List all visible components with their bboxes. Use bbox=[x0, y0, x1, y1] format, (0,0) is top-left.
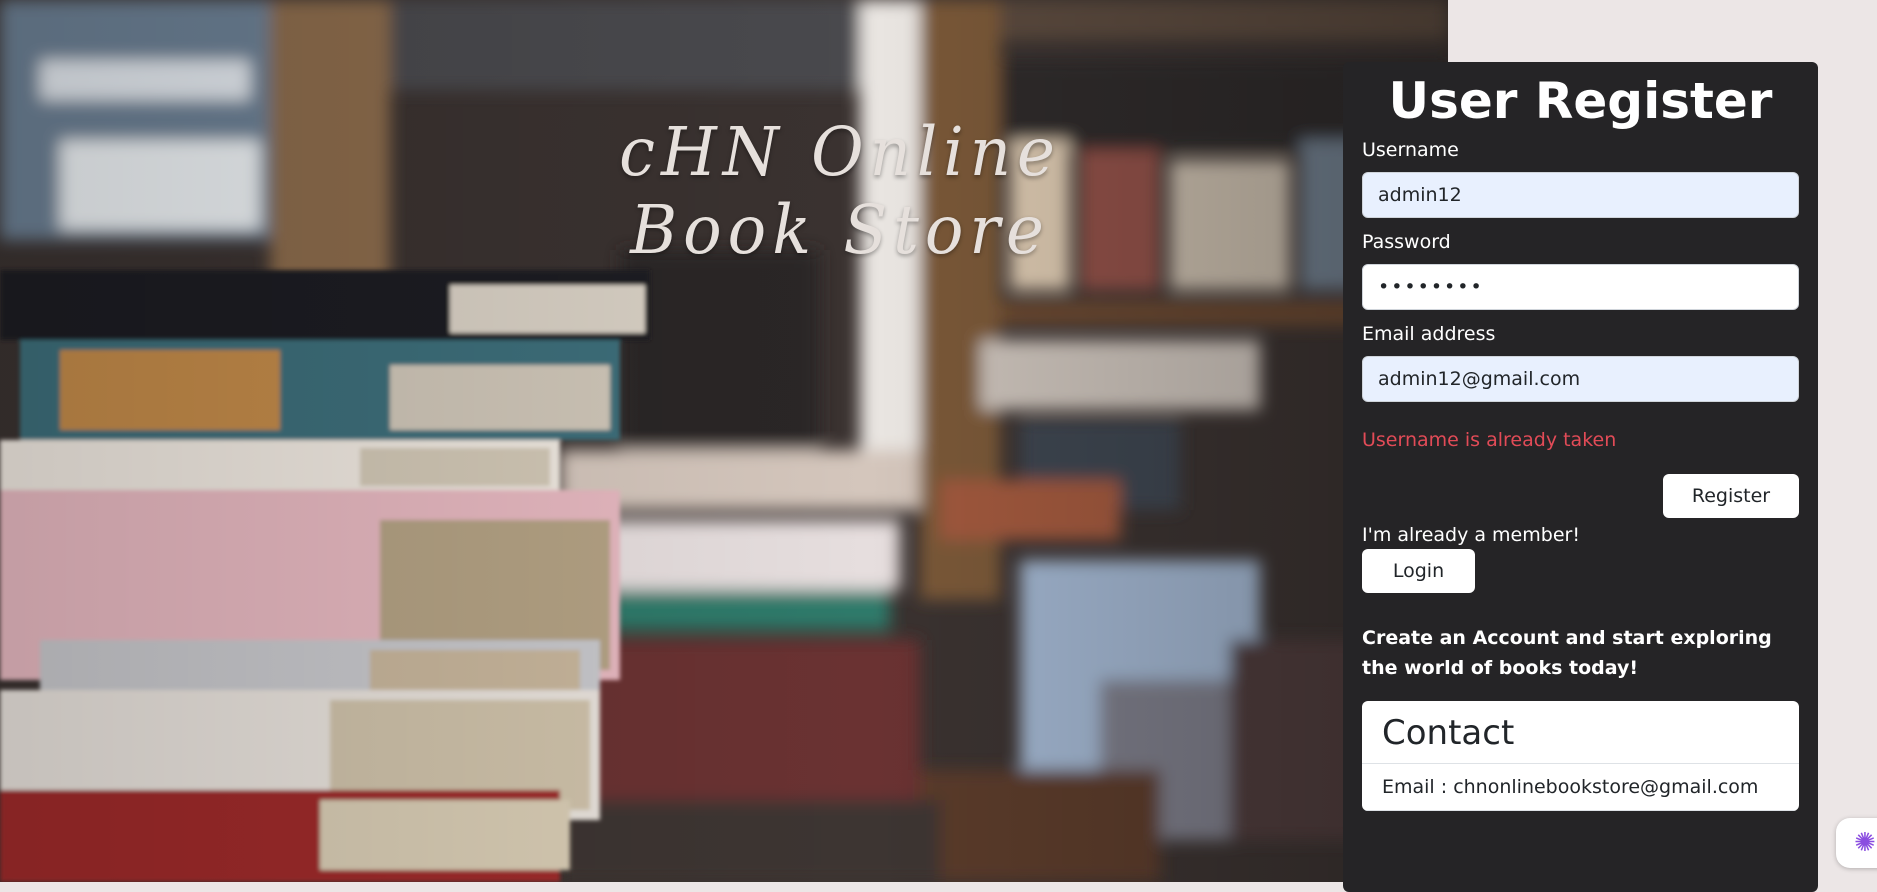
email-input[interactable] bbox=[1362, 356, 1799, 402]
username-input[interactable] bbox=[1362, 172, 1799, 218]
contact-title: Contact bbox=[1362, 701, 1799, 764]
register-panel: User Register Username Password Email ad… bbox=[1343, 62, 1818, 892]
register-button[interactable]: Register bbox=[1663, 474, 1799, 518]
tagline: Create an Account and start exploring th… bbox=[1362, 627, 1772, 679]
hero-background: cHN Online Book Store bbox=[0, 0, 1448, 882]
password-input[interactable] bbox=[1362, 264, 1799, 310]
username-error-message: Username is already taken bbox=[1362, 429, 1617, 451]
contact-email: Email : chnonlinebookstore@gmail.com bbox=[1362, 764, 1799, 811]
contact-card: Contact Email : chnonlinebookstore@gmail… bbox=[1362, 701, 1799, 811]
register-row: Register bbox=[1362, 474, 1799, 518]
login-button[interactable]: Login bbox=[1362, 549, 1475, 593]
assistant-button[interactable]: ✺ bbox=[1836, 818, 1877, 868]
register-heading: User Register bbox=[1388, 72, 1773, 130]
password-label: Password bbox=[1362, 231, 1451, 253]
brain-icon: ✺ bbox=[1854, 828, 1876, 858]
username-label: Username bbox=[1362, 139, 1459, 161]
store-brand-title: cHN Online Book Store bbox=[619, 114, 1061, 270]
member-text: I'm already a member! bbox=[1362, 524, 1580, 546]
email-label: Email address bbox=[1362, 323, 1496, 345]
